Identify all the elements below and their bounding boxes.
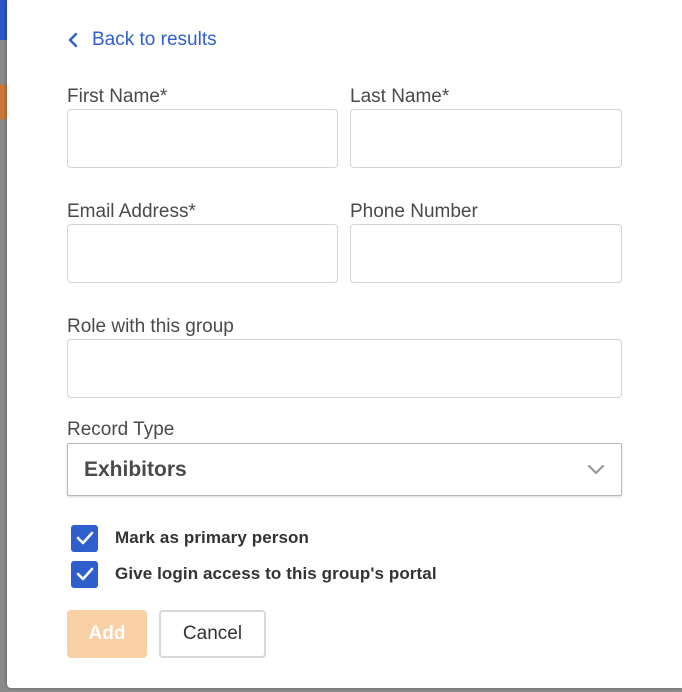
add-button[interactable]: Add xyxy=(67,610,147,658)
phone-input[interactable] xyxy=(350,224,622,283)
phone-label: Phone Number xyxy=(350,201,478,222)
email-input[interactable] xyxy=(67,224,338,283)
checkmark-icon xyxy=(76,531,93,545)
chevron-left-icon xyxy=(68,32,78,48)
record-type-label: Record Type xyxy=(67,419,175,440)
first-name-label: First Name* xyxy=(67,86,168,107)
email-label: Email Address* xyxy=(67,201,196,222)
checkmark-icon xyxy=(76,567,93,581)
back-link-label: Back to results xyxy=(92,29,217,50)
primary-person-checkbox[interactable] xyxy=(71,524,98,552)
chevron-down-icon xyxy=(587,464,605,475)
last-name-input[interactable] xyxy=(350,109,622,168)
record-type-value: Exhibitors xyxy=(84,457,187,481)
primary-person-label: Mark as primary person xyxy=(115,528,310,547)
record-type-select[interactable]: Exhibitors xyxy=(67,443,622,496)
portal-access-label: Give login access to this group's portal xyxy=(115,564,437,583)
first-name-input[interactable] xyxy=(67,109,338,168)
primary-person-option[interactable]: Mark as primary person xyxy=(71,524,309,552)
back-to-results-link[interactable]: Back to results xyxy=(68,27,217,53)
last-name-label: Last Name* xyxy=(350,86,450,107)
portal-access-option[interactable]: Give login access to this group's portal xyxy=(71,560,437,588)
role-label: Role with this group xyxy=(67,316,234,337)
cancel-button[interactable]: Cancel xyxy=(159,610,266,658)
portal-access-checkbox[interactable] xyxy=(71,560,98,588)
role-input[interactable] xyxy=(67,339,622,398)
